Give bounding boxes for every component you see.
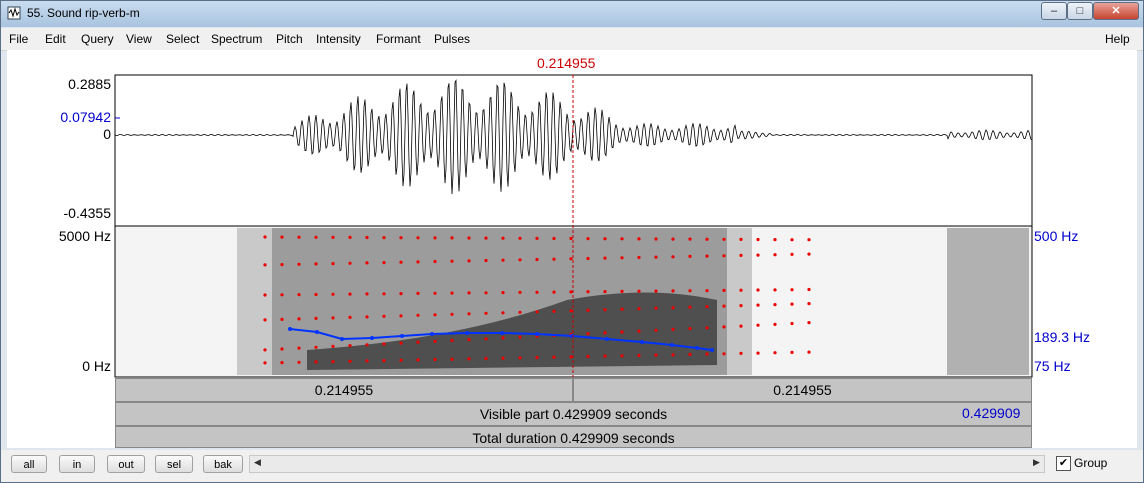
time-bar-left-label: 0.214955 [314,382,374,398]
menu-bar: File Edit Query View Select Spectrum Pit… [1,28,1143,51]
menu-pulses[interactable]: Pulses [434,32,470,46]
visible-end: 0.429909 [962,405,1021,421]
menu-spectrum[interactable]: Spectrum [211,32,262,46]
zoom-back-button[interactable]: bak [203,455,243,473]
horizontal-scrollbar[interactable]: ◀ ▶ [249,455,1045,473]
praat-app-icon [7,6,21,20]
editor-area: 0.214955 0.2885 0.07942 0 -0.4355 5000 H… [7,50,1137,448]
time-bar-right[interactable]: 0.214955 [573,378,1032,402]
menu-pitch[interactable]: Pitch [276,32,303,46]
menu-view[interactable]: View [126,32,152,46]
menu-select[interactable]: Select [166,32,199,46]
zoom-in-button[interactable]: in [59,455,95,473]
maximize-button[interactable]: □ [1067,2,1093,20]
time-bar-right-label: 0.214955 [773,382,832,398]
close-button[interactable]: ✕ [1093,2,1139,20]
praat-sound-window: 55. Sound rip-verb-m – □ ✕ File Edit Que… [0,0,1144,483]
minimize-button[interactable]: – [1041,2,1067,20]
scroll-left-icon[interactable]: ◀ [254,457,261,468]
visible-part-label: Visible part 0.429909 seconds [479,406,668,422]
title-bar: 55. Sound rip-verb-m – □ ✕ [1,1,1143,27]
total-duration-label: Total duration 0.429909 seconds [472,430,675,446]
total-duration-bar[interactable]: Total duration 0.429909 seconds [115,426,1032,448]
zoom-out-button[interactable]: out [107,455,145,473]
scroll-right-icon[interactable]: ▶ [1033,457,1040,468]
menu-formant[interactable]: Formant [376,32,421,46]
window-title: 55. Sound rip-verb-m [27,6,140,20]
menu-query[interactable]: Query [81,32,114,46]
zoom-sel-button[interactable]: sel [155,455,193,473]
menu-edit[interactable]: Edit [45,32,66,46]
visible-part-bar[interactable]: Visible part 0.429909 seconds [115,402,1032,426]
menu-intensity[interactable]: Intensity [316,32,361,46]
zoom-all-button[interactable]: all [11,455,47,473]
group-checkbox[interactable]: ✔ [1056,456,1071,471]
menu-help[interactable]: Help [1105,32,1130,46]
signal-plot[interactable] [7,50,1137,380]
time-bar-left[interactable]: 0.214955 [115,378,573,402]
bottom-toolbar: all in out sel bak ◀ ▶ ✔ Group [1,450,1143,482]
menu-file[interactable]: File [9,32,28,46]
group-label: Group [1074,456,1108,470]
